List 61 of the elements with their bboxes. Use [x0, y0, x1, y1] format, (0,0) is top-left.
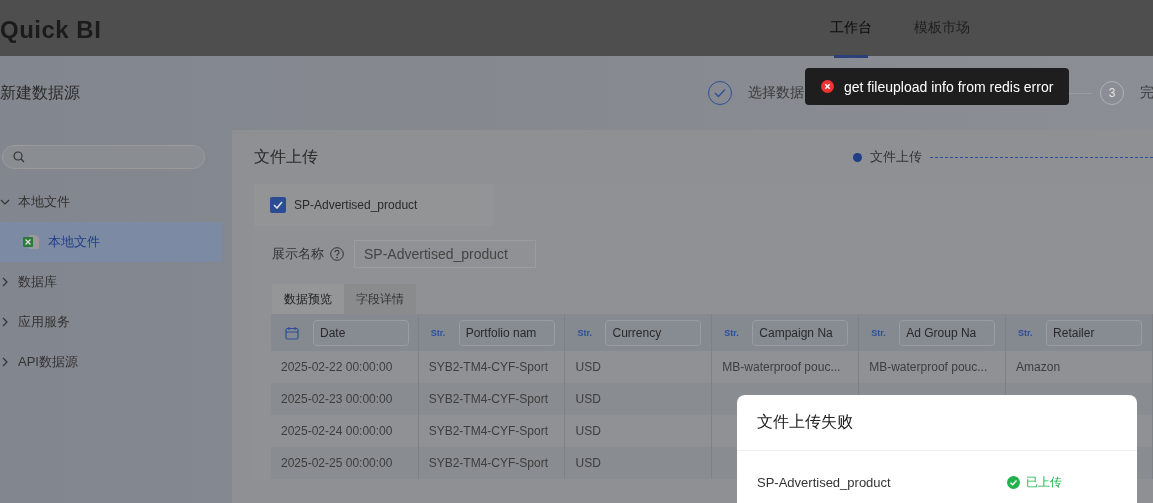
dialog-title: 文件上传失败: [757, 412, 853, 432]
table-cell: SYB2-TM4-CYF-Sport: [428, 424, 548, 438]
sidebar-item[interactable]: API数据源: [0, 342, 222, 382]
file-tab[interactable]: SP-Advertised_product: [254, 184, 494, 226]
tab[interactable]: 数据预览: [272, 284, 344, 314]
upload-status: 已上传: [1026, 473, 1062, 491]
column-name-field[interactable]: Retailer: [1046, 319, 1143, 346]
column-name-field[interactable]: Campaign Na: [752, 319, 849, 346]
step-label: 选择数据: [748, 84, 804, 102]
column-name-field[interactable]: Portfolio nam: [458, 319, 555, 346]
tab[interactable]: 字段详情: [344, 284, 416, 314]
file-name: SP-Advertised_product: [294, 198, 418, 212]
help-icon: [330, 247, 344, 261]
checkmark-icon: [273, 201, 283, 209]
table-cell: SYB2-TM4-CYF-Sport: [428, 360, 548, 374]
sidebar-item[interactable]: 应用服务: [0, 302, 222, 342]
error-circle-icon: [821, 80, 834, 93]
table-cell: USD: [575, 392, 601, 406]
column-name-field[interactable]: Ad Group Na: [899, 319, 996, 346]
table-cell: USD: [575, 424, 601, 438]
table-cell: USD: [575, 360, 601, 374]
sidebar-item[interactable]: 本地文件: [0, 222, 222, 262]
sidebar-item[interactable]: 本地文件: [0, 182, 222, 222]
progress-dot: [853, 152, 862, 162]
check-circle-icon: [1007, 475, 1020, 489]
progress-step: 文件上传: [870, 148, 922, 166]
table-cell: SYB2-TM4-CYF-Sport: [428, 392, 548, 406]
table-cell: MB-waterproof pouc...: [869, 360, 988, 374]
table-cell: 2025-02-24 00:00:00: [281, 424, 393, 438]
type-label: Str.: [577, 327, 593, 338]
table-cell: USD: [575, 456, 601, 470]
sidebar-item[interactable]: 数据库: [0, 262, 222, 302]
column-name-field[interactable]: Currency: [605, 319, 702, 346]
field-label: 展示名称: [272, 245, 324, 263]
column-name-field[interactable]: Date: [313, 319, 409, 346]
table-cell: SYB2-TM4-CYF-Sport: [428, 456, 548, 470]
type-label: Str.: [430, 327, 447, 338]
table-cell: Amazon: [1016, 360, 1061, 374]
checkbox[interactable]: [270, 197, 286, 213]
section-title: 文件上传: [254, 146, 318, 167]
step-label: 完: [1140, 84, 1153, 102]
calendar-icon: [285, 325, 299, 340]
search-icon: [13, 151, 25, 163]
page-title: 新建数据源: [0, 82, 81, 103]
table-cell: MB-waterproof pouc...: [722, 360, 841, 374]
type-label: Str.: [871, 327, 887, 338]
type-label: Str.: [1018, 327, 1034, 338]
chevron-right-icon[interactable]: [0, 277, 10, 287]
chevron-down-icon[interactable]: [0, 197, 10, 207]
table-cell: 2025-02-22 00:00:00: [281, 360, 393, 374]
toast-message: get fileupload info from redis error: [844, 78, 1054, 95]
display-name-field[interactable]: SP-Advertised_product: [354, 240, 536, 268]
nav-tab[interactable]: 工作台: [830, 0, 872, 56]
chevron-right-icon[interactable]: [0, 357, 10, 367]
type-label: Str.: [724, 327, 740, 338]
table-cell: 2025-02-25 00:00:00: [281, 456, 393, 470]
table-cell: 2025-02-23 00:00:00: [281, 392, 393, 406]
search-field[interactable]: [2, 145, 205, 169]
spreadsheet-file-icon: [22, 234, 40, 250]
file-name: SP-Advertised_product: [757, 474, 892, 490]
chevron-right-icon[interactable]: [0, 317, 10, 327]
